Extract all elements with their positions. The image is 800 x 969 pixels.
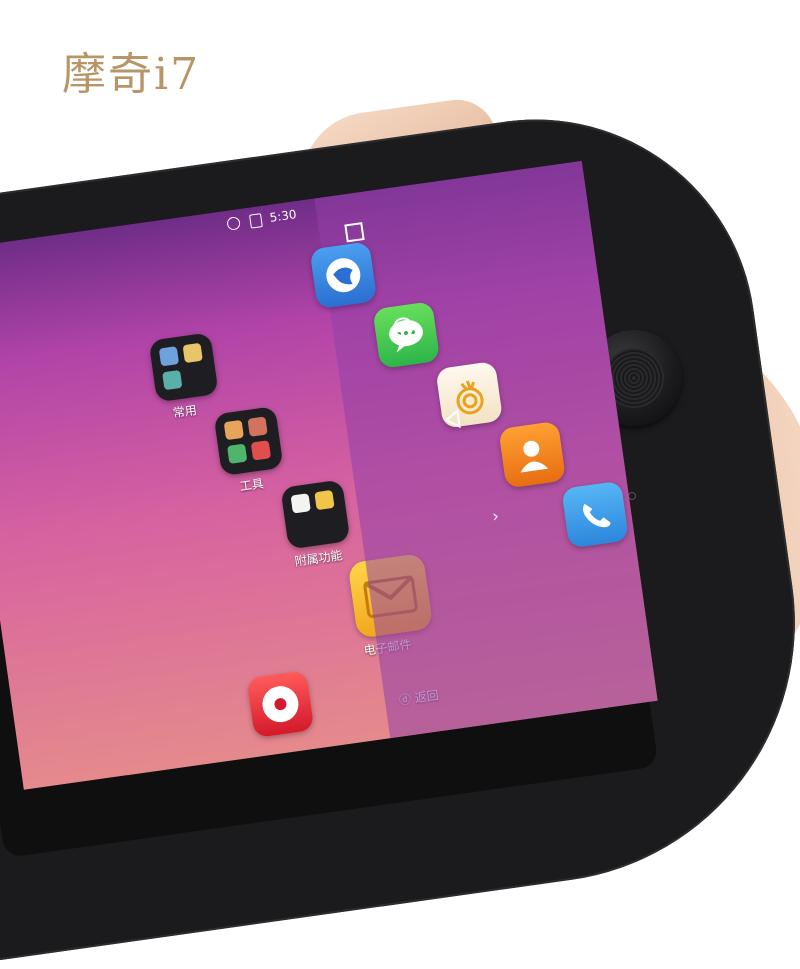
folder-common-label: 常用 [171,403,198,421]
folder-accessories-label: 附属功能 [293,548,344,569]
browser-app[interactable] [309,241,378,310]
phone-icon [582,503,611,528]
recents-button[interactable] [344,222,365,243]
folder-accessories[interactable] [280,479,351,550]
contacts-app[interactable] [498,420,567,489]
folder-common[interactable] [148,332,219,403]
phone-app[interactable] [561,480,629,549]
folder-tools-label: 工具 [238,476,265,494]
back-button[interactable] [441,408,464,435]
status-time: 5:30 [268,207,298,225]
globe-icon [326,258,361,293]
battery-icon [249,212,264,229]
device: 5:30 常用 工具 附属功能 电子邮件 [0,0,800,969]
status-bar: 5:30 [226,207,297,231]
person-icon [520,440,549,473]
triangle-back-icon [444,408,461,429]
disc-icon [262,686,299,723]
notification-icon [226,216,242,231]
screen: 5:30 常用 工具 附属功能 电子邮件 [0,160,658,790]
music-app[interactable] [246,670,315,739]
folder-tools[interactable] [213,406,284,477]
